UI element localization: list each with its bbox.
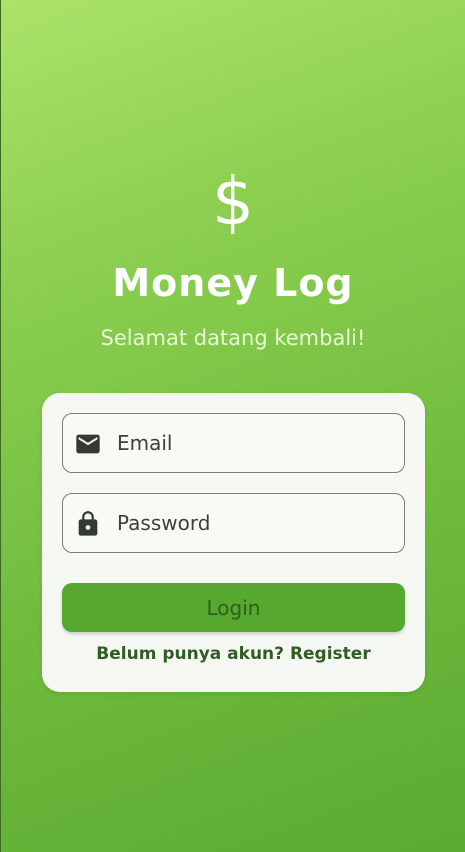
email-field[interactable] [62, 413, 405, 473]
dollar-logo-icon: $ [212, 163, 254, 240]
lock-icon [78, 511, 98, 536]
login-screen: $ Money Log Selamat datang kembali! Logi… [0, 0, 465, 852]
mail-icon [76, 434, 100, 454]
register-link[interactable]: Belum punya akun? Register [42, 641, 425, 667]
app-title: Money Log [112, 261, 354, 305]
password-field[interactable] [62, 493, 405, 553]
login-card: Login Belum punya akun? Register [42, 393, 425, 692]
email-input[interactable] [117, 414, 387, 471]
password-input[interactable] [117, 494, 387, 551]
welcome-subtitle: Selamat datang kembali! [100, 326, 366, 350]
login-button[interactable]: Login [62, 583, 405, 632]
